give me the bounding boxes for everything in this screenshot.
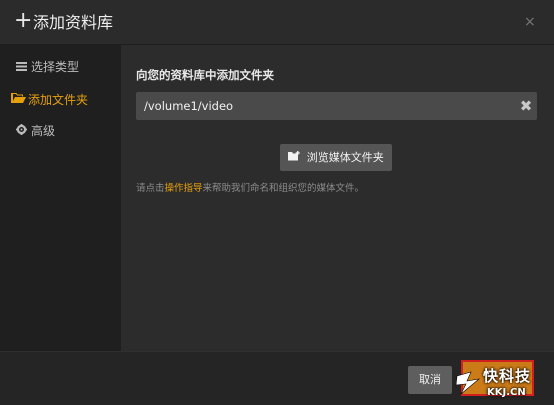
watermark-logo-icon [455, 371, 481, 395]
close-icon[interactable]: × [524, 14, 536, 30]
clear-path-icon[interactable]: ✖ [517, 95, 535, 117]
dialog-title: 添加资料库 [33, 13, 114, 32]
sidebar-item-label: 选择类型 [31, 60, 80, 74]
folder-path-field: ✖ [136, 92, 537, 120]
sidebar-item-label: 添加文件夹 [28, 93, 89, 107]
sidebar-item-add-folder[interactable]: 添加文件夹 [11, 90, 88, 110]
watermark-domain: KKJ.CN [487, 387, 526, 398]
watermark: 快科技 KKJ.CN [455, 366, 551, 402]
add-library-dialog: + 添加资料库 × 选择类型 添加文件夹 高级 向您的资料库中添加文件夹 ✖ [0, 0, 554, 405]
folder-path-input[interactable] [144, 97, 504, 115]
dialog-titlebar: + 添加资料库 × [0, 0, 554, 45]
hint-prefix: 请点击 [136, 183, 165, 194]
sidebar-item-label: 高级 [31, 124, 56, 138]
dialog-content: 向您的资料库中添加文件夹 ✖ 浏览媒体文件夹 请点击操作指导来帮助我们命名和组织… [121, 45, 554, 351]
plus-icon: + [14, 8, 33, 33]
dialog-sidebar: 选择类型 添加文件夹 高级 [0, 45, 121, 351]
hint-text: 请点击操作指导来帮助我们命名和组织您的媒体文件。 [136, 182, 364, 196]
folder-open-icon [11, 90, 26, 110]
section-label: 向您的资料库中添加文件夹 [136, 68, 274, 82]
watermark-brand: 快科技 [483, 367, 532, 385]
list-icon [14, 57, 28, 77]
cancel-button[interactable]: 取消 [408, 366, 452, 394]
browse-media-folder-button[interactable]: 浏览媒体文件夹 [280, 144, 392, 171]
gear-icon [14, 121, 28, 141]
folder-plus-icon [288, 151, 304, 164]
hint-suffix: 来帮助我们命名和组织您的媒体文件。 [202, 183, 365, 194]
browse-label: 浏览媒体文件夹 [306, 151, 384, 164]
sidebar-item-advanced[interactable]: 高级 [14, 121, 55, 141]
sidebar-item-select-type[interactable]: 选择类型 [14, 57, 79, 77]
guide-link[interactable]: 操作指导 [165, 183, 203, 194]
